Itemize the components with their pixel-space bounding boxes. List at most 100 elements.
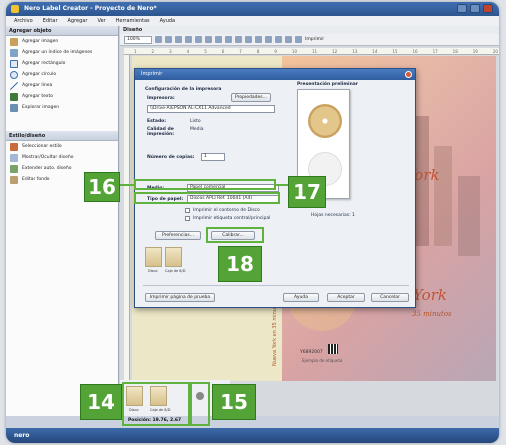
- show-hide-design-item[interactable]: Mostrar/Ocultar diseño: [6, 152, 118, 163]
- select-style-item[interactable]: Seleccionar estilo: [6, 141, 118, 152]
- undo-icon[interactable]: [155, 36, 162, 43]
- barcode-icon[interactable]: [328, 344, 338, 354]
- align-left-icon[interactable]: [205, 36, 212, 43]
- ungroup-icon[interactable]: [245, 36, 252, 43]
- printer-section-title: Configuración de la impresora: [145, 87, 222, 92]
- redo-icon[interactable]: [165, 36, 172, 43]
- text-icon: [10, 92, 18, 101]
- add-image-item[interactable]: Agregar imagen: [6, 36, 118, 47]
- print-outline-checkbox[interactable]: [185, 208, 190, 213]
- maximize-button[interactable]: [470, 4, 480, 13]
- print-dialog-title: Imprimir: [135, 69, 415, 80]
- print-toolbar-label[interactable]: Imprimir: [305, 37, 324, 42]
- paste-icon[interactable]: [195, 36, 202, 43]
- line-icon: [10, 81, 18, 90]
- ruler-mark: 10: [291, 49, 298, 54]
- callout-16-line: [120, 184, 134, 186]
- vertical-ruler: [124, 55, 130, 385]
- copies-label: Número de copias:: [147, 155, 195, 160]
- align-center-icon[interactable]: [215, 36, 222, 43]
- back-icon[interactable]: [265, 36, 272, 43]
- ruler-mark: 20: [492, 49, 498, 54]
- ruler-mark: 14: [372, 49, 378, 54]
- status-value: Listo: [190, 119, 201, 124]
- ruler-mark: 19: [472, 49, 478, 54]
- close-dialog-icon[interactable]: [405, 71, 412, 78]
- menu-ver[interactable]: Ver: [97, 16, 105, 26]
- menu-editar[interactable]: Editar: [43, 16, 58, 26]
- cover-text-minutos[interactable]: 35 minutos: [412, 310, 452, 318]
- ruler-mark: 6: [221, 49, 225, 54]
- cut-icon[interactable]: [175, 36, 182, 43]
- menu-archivo[interactable]: Archivo: [14, 16, 33, 26]
- image-index-icon: [10, 48, 18, 57]
- menu-agregar[interactable]: Agregar: [68, 16, 88, 26]
- ruler-mark: 18: [452, 49, 458, 54]
- sheets-needed: Hojas necesarias: 1: [311, 213, 355, 218]
- add-rectangle-item[interactable]: Agregar rectángulo: [6, 58, 118, 69]
- calibrate-highlight: [206, 227, 264, 243]
- preview-section-title: Presentación preliminar: [297, 82, 359, 87]
- dialog-thumb-disc[interactable]: [145, 247, 162, 267]
- add-circle-item[interactable]: Agregar círculo: [6, 69, 118, 80]
- left-pane: Agregar objeto Agregar imagen Agregar un…: [6, 26, 119, 416]
- print-center-checkbox[interactable]: [185, 216, 190, 221]
- paper-highlight: [134, 192, 280, 204]
- close-window-button[interactable]: [483, 4, 493, 13]
- horizontal-ruler: 12345678910111213141516171819202122: [124, 48, 499, 55]
- title-bar: Nero Label Creator - Proyecto de Nero*: [6, 2, 499, 16]
- add-image-index-item[interactable]: Agregar un índice de imágenes: [6, 47, 118, 58]
- properties-button[interactable]: Propiedades...: [231, 93, 271, 102]
- spine-text[interactable]: Nueva York en 35 minutos: [272, 300, 278, 366]
- accept-button[interactable]: Aceptar: [327, 293, 365, 302]
- menu-bar: Archivo Editar Agregar Ver Herramientas …: [6, 16, 499, 26]
- ruler-mark: 15: [392, 49, 398, 54]
- print-outline-label: Imprimir el contorno de Disco: [193, 208, 260, 213]
- minimize-button[interactable]: [457, 4, 467, 13]
- zoom-select[interactable]: 100%: [124, 35, 152, 44]
- dialog-thumb-box[interactable]: [165, 247, 182, 267]
- menu-ayuda[interactable]: Ayuda: [160, 16, 175, 26]
- ruler-mark: 2: [151, 49, 155, 54]
- ruler-mark: 8: [256, 49, 260, 54]
- explore-image-icon: [10, 103, 18, 112]
- preferences-button[interactable]: Preferencias...: [155, 231, 201, 240]
- ruler-mark: 3: [169, 49, 172, 54]
- front-icon[interactable]: [255, 36, 262, 43]
- refresh-highlight: [190, 382, 210, 426]
- add-object-header[interactable]: Agregar objeto: [6, 26, 118, 36]
- thumbs-highlight: [122, 382, 190, 426]
- copy-icon[interactable]: [185, 36, 192, 43]
- app-window: Nero Label Creator - Proyecto de Nero* A…: [6, 2, 499, 443]
- rectangle-icon: [10, 59, 18, 68]
- ruler-mark: 12: [332, 49, 338, 54]
- print-test-page-button[interactable]: Imprimir página de prueba: [145, 293, 215, 302]
- add-text-item[interactable]: Agregar texto: [6, 91, 118, 102]
- status-label: Estado:: [147, 119, 167, 124]
- help-button[interactable]: Ayuda: [283, 293, 319, 302]
- barcode-code[interactable]: Y6892007: [300, 350, 323, 355]
- design-header[interactable]: Estilo/diseño: [6, 131, 118, 141]
- printer-select[interactable]: \\Drive-A\EPSON AL-CX11 Advanced: [147, 105, 275, 113]
- printer-icon[interactable]: [295, 36, 302, 43]
- explore-image-item[interactable]: Explorar imagen: [6, 102, 118, 113]
- ruler-mark: 9: [274, 49, 277, 54]
- copies-stepper[interactable]: 1: [201, 153, 225, 161]
- menu-herramientas[interactable]: Herramientas: [116, 16, 150, 26]
- ruler-mark: 1: [134, 49, 137, 54]
- ruler-mark: 4: [186, 49, 190, 54]
- zoom-out-icon[interactable]: [285, 36, 292, 43]
- ruler-mark: 13: [352, 49, 358, 54]
- group-icon[interactable]: [235, 36, 242, 43]
- cancel-button[interactable]: Cancelar: [371, 293, 409, 302]
- zoom-in-icon[interactable]: [275, 36, 282, 43]
- add-line-item[interactable]: Agregar línea: [6, 80, 118, 91]
- align-right-icon[interactable]: [225, 36, 232, 43]
- background-icon: [10, 175, 18, 184]
- dialog-thumb-box-label: Caja de 8/D: [165, 269, 186, 273]
- callout-16: 16: [84, 172, 120, 202]
- ruler-mark: 7: [239, 49, 242, 54]
- window-title: Nero Label Creator - Proyecto de Nero*: [24, 5, 157, 12]
- barcode-caption[interactable]: Ejemplo de etiqueta: [302, 358, 342, 363]
- ruler-mark: 5: [204, 49, 207, 54]
